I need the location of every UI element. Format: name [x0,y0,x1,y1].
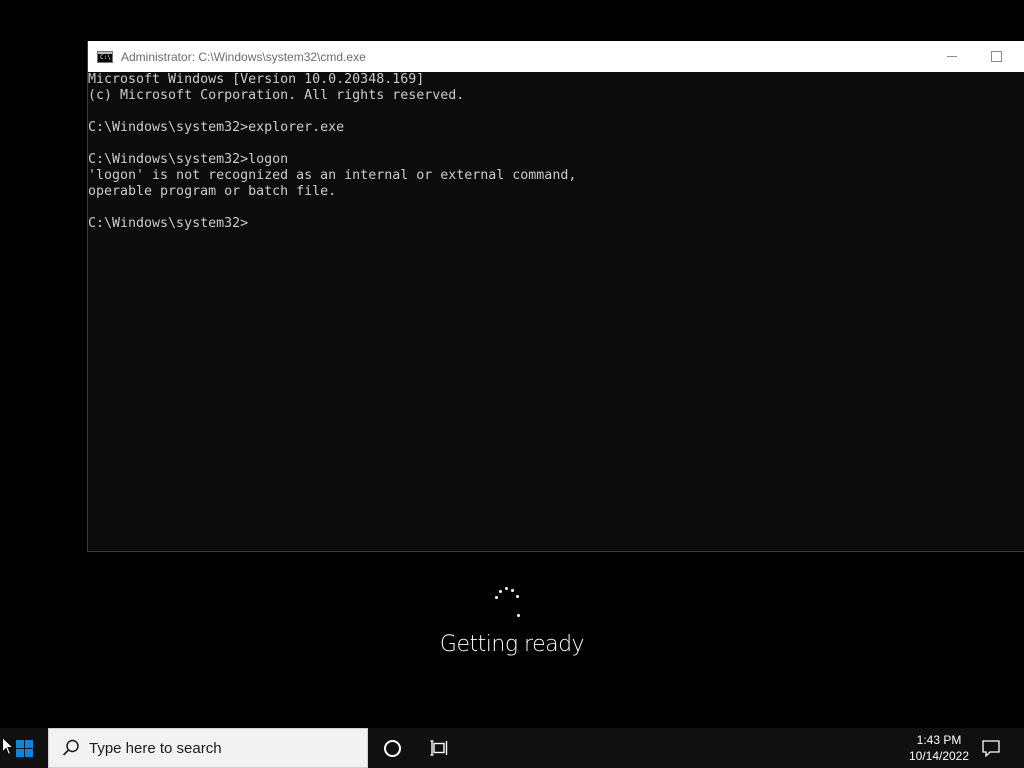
search-placeholder: Type here to search [89,739,222,757]
clock-date: 10/14/2022 [908,749,970,763]
clock[interactable]: 1:43 PM 10/14/2022 [898,732,980,764]
maximize-button[interactable] [973,41,1019,72]
console-line: operable program or batch file. [88,184,337,199]
console-line: C:\Windows\system32>logon [88,152,289,167]
minimize-button[interactable] [929,41,975,72]
console-prompt: C:\Windows\system32> [88,216,249,231]
action-center-button[interactable] [976,728,1006,768]
search-box[interactable]: Type here to search [48,728,368,768]
console-line: C:\Windows\system32>explorer.exe [88,120,345,135]
task-view-button[interactable] [416,728,464,768]
console-output[interactable]: Microsoft Windows [Version 10.0.20348.16… [88,72,1024,551]
title-bar[interactable]: C:\ Administrator: C:\Windows\system32\c… [88,41,1024,72]
taskbar: Type here to search 1:43 PM 10/14/2022 [0,728,1024,768]
console-line: Microsoft Windows [Version 10.0.20348.16… [88,72,425,87]
cmd-window[interactable]: C:\ Administrator: C:\Windows\system32\c… [87,41,1024,552]
minimize-icon [947,56,957,57]
clock-time: 1:43 PM [916,733,962,747]
cortana-button[interactable] [368,728,416,768]
window-title: Administrator: C:\Windows\system32\cmd.e… [121,49,366,64]
magnifier-icon [62,739,79,756]
cortana-circle-icon [383,739,401,757]
cmd-console-icon: C:\ [97,50,113,63]
status-message: Getting ready [439,632,585,657]
maximize-icon [990,51,1002,62]
loading-dots-icon [490,584,526,620]
mouse-cursor-icon [2,737,14,756]
console-line: (c) Microsoft Corporation. All rights re… [88,88,465,103]
windows-logo-icon [15,739,33,757]
task-view-icon [430,740,448,756]
console-line: 'logon' is not recognized as an internal… [88,168,577,183]
cmd-icon-text: C:\ [100,53,111,61]
desktop: C:\ Administrator: C:\Windows\system32\c… [0,0,1024,728]
action-center-icon [982,739,1000,757]
